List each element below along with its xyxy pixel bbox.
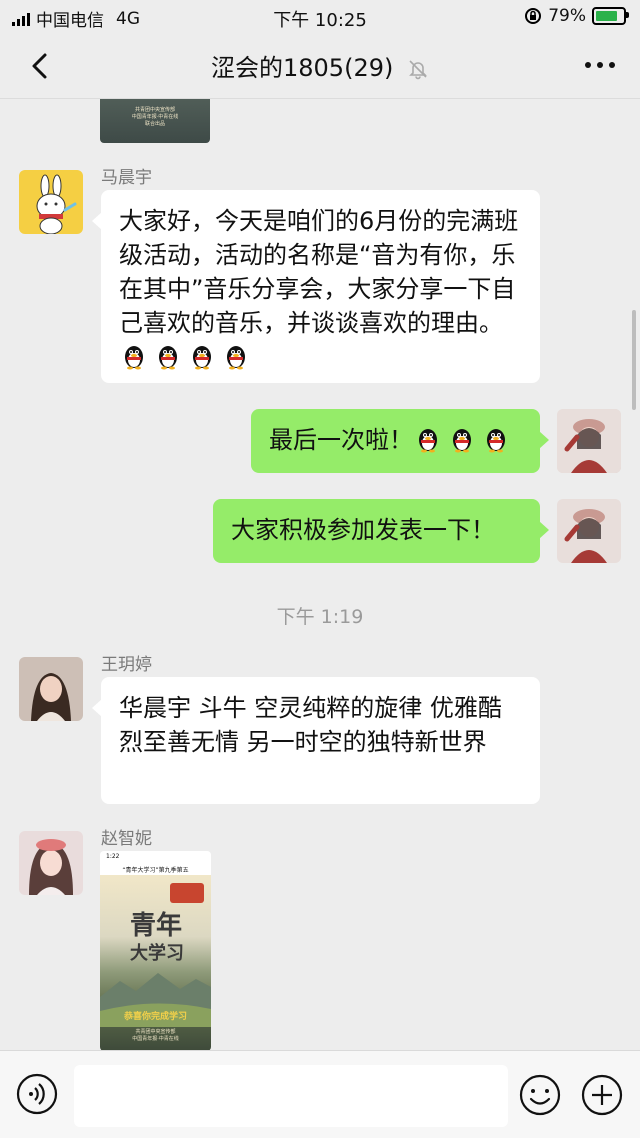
- penguin-emoji-icon: [481, 424, 511, 454]
- message-bubble[interactable]: 最后一次啦！: [251, 409, 549, 473]
- sender-name: 马晨宇: [101, 168, 152, 188]
- battery-icon: [592, 7, 629, 25]
- status-bar: 中国电信 4G 下午 10:25 79%: [0, 0, 640, 32]
- chat-title-text: 涩会的1805(29): [211, 54, 394, 82]
- input-bar: [0, 1050, 640, 1138]
- message-input[interactable]: [74, 1065, 508, 1127]
- chat-title: 涩会的1805(29): [0, 48, 640, 83]
- bell-off-icon: [409, 60, 427, 80]
- emoji-row: [119, 343, 255, 371]
- smiley-icon[interactable]: [518, 1073, 562, 1117]
- emoji-row: [413, 426, 515, 454]
- message-text: 最后一次啦！: [269, 426, 413, 454]
- message-bubble[interactable]: 大家好，今天是咱们的6月份的完满班级活动，活动的名称是“音为有你，乐在其中”音乐…: [92, 190, 540, 383]
- rabbit-avatar-icon: [36, 174, 77, 234]
- sender-name: 王玥婷: [101, 655, 152, 675]
- image-page-header: “青年大学习”第九季第五: [122, 867, 189, 874]
- sender-name: 赵智妮: [101, 829, 152, 849]
- penguin-emoji-icon: [187, 341, 217, 371]
- chat-scrollbar[interactable]: [632, 310, 636, 410]
- penguin-emoji-icon: [447, 424, 477, 454]
- chat-message-list[interactable]: 共青团中央宣传部 中国青年报·中青在线 联合出品 马晨宇 大家好，今天是咱们的6…: [0, 99, 640, 1050]
- girl-avatar-icon: [557, 409, 621, 473]
- poster-slogan: 恭喜你完成学习: [123, 1012, 187, 1022]
- message-text: 华晨宇 斗牛 空灵纯粹的旋律 优雅酷烈至善无情 另一时空的独特新世界: [119, 694, 502, 756]
- poster-credits: 共青团中央宣传部 中国青年报·中青在线: [132, 1029, 179, 1042]
- message-text: 大家好，今天是咱们的6月份的完满班级活动，活动的名称是“音为有你，乐在其中”音乐…: [119, 207, 519, 337]
- avatar[interactable]: [19, 170, 83, 234]
- avatar[interactable]: [19, 657, 83, 721]
- battery-percent: 79%: [548, 6, 586, 26]
- my-avatar[interactable]: [557, 409, 621, 473]
- message-bubble[interactable]: 大家积极参加发表一下！: [213, 499, 549, 563]
- rotation-lock-icon: [525, 8, 542, 24]
- image-message[interactable]: 1:22 “青年大学习”第九季第五 青年 大学习 恭喜你完成学习 共青团中央宣传…: [100, 851, 211, 1050]
- girl-avatar-icon: [557, 499, 621, 563]
- message-text: 大家积极参加发表一下！: [231, 516, 495, 544]
- chat-header: 涩会的1805(29): [0, 32, 640, 99]
- girl-portrait-avatar-icon: [19, 657, 83, 721]
- image-poster: 青年 大学习 恭喜你完成学习 共青团中央宣传部 中国青年报·中青在线: [100, 875, 211, 1050]
- avatar[interactable]: [19, 831, 83, 895]
- status-right: 79%: [524, 6, 629, 26]
- my-avatar[interactable]: [557, 499, 621, 563]
- poster-title: 大学习: [130, 943, 184, 964]
- image-message[interactable]: 共青团中央宣传部 中国青年报·中青在线 联合出品: [100, 99, 210, 143]
- penguin-emoji-icon: [221, 341, 251, 371]
- message-timestamp: 下午 1:19: [276, 606, 364, 628]
- plus-icon[interactable]: [580, 1073, 624, 1117]
- image-caption: 共青团中央宣传部 中国青年报·中青在线 联合出品: [131, 107, 179, 127]
- penguin-emoji-icon: [153, 341, 183, 371]
- penguin-emoji-icon: [413, 424, 443, 454]
- message-bubble[interactable]: 华晨宇 斗牛 空灵纯粹的旋律 优雅酷烈至善无情 另一时空的独特新世界: [92, 677, 540, 804]
- voice-icon[interactable]: [16, 1073, 58, 1115]
- poster-badge: [170, 883, 204, 903]
- image-status-time: 1:22: [106, 853, 120, 860]
- penguin-emoji-icon: [119, 341, 149, 371]
- girl-portrait-avatar-icon: [19, 831, 83, 895]
- poster-title: 青年: [130, 911, 183, 941]
- more-dots-icon[interactable]: [580, 50, 620, 80]
